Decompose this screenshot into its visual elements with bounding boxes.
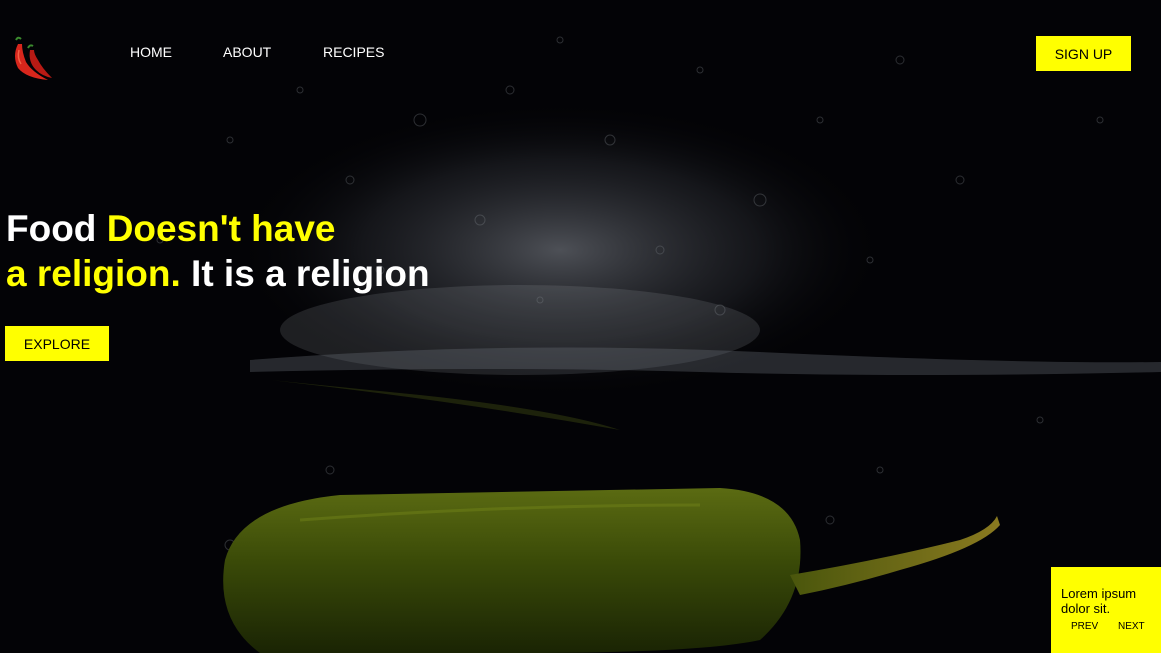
headline-highlight-1: Doesn't have (106, 208, 336, 249)
nav-link-home[interactable]: HOME (130, 44, 172, 60)
headline-part-1: Food (6, 208, 107, 249)
headline-highlight-2: a religion. (6, 253, 181, 294)
next-button[interactable]: NEXT (1118, 621, 1145, 632)
nav-link-recipes[interactable]: RECIPES (323, 44, 384, 60)
prev-button[interactable]: PREV (1071, 621, 1098, 632)
hero-background-image (0, 0, 1161, 653)
hero-headline: Food Doesn't have a religion. It is a re… (6, 206, 430, 296)
slider-card-text: Lorem ipsum dolor sit. (1061, 586, 1137, 616)
explore-button[interactable]: EXPLORE (5, 326, 109, 361)
sign-up-button[interactable]: SIGN UP (1036, 36, 1131, 71)
headline-part-2: It is a religion (180, 253, 430, 294)
slider-card: Lorem ipsum dolor sit. PREV NEXT (1051, 567, 1161, 653)
chili-pepper-icon[interactable] (8, 36, 54, 84)
nav-link-about[interactable]: ABOUT (223, 44, 271, 60)
